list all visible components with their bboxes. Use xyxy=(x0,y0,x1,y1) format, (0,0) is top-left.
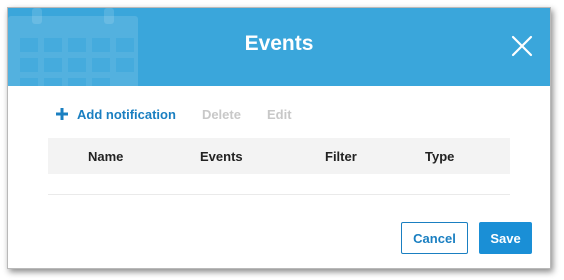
table-header: Name Events Filter Type xyxy=(48,138,510,174)
dialog-header: Events xyxy=(8,8,550,86)
column-header-events[interactable]: Events xyxy=(200,149,243,164)
add-notification-button[interactable]: Add notification xyxy=(56,107,176,122)
table-body xyxy=(48,174,510,195)
column-header-name[interactable]: Name xyxy=(88,149,123,164)
edit-button[interactable]: Edit xyxy=(267,107,292,122)
events-dialog: Events Add notification Delete Edit Name… xyxy=(7,7,551,269)
delete-button[interactable]: Delete xyxy=(202,107,241,122)
close-icon[interactable] xyxy=(510,34,534,58)
add-notification-label: Add notification xyxy=(77,106,176,122)
save-button[interactable]: Save xyxy=(479,222,532,254)
dialog-title: Events xyxy=(244,32,314,55)
cancel-button[interactable]: Cancel xyxy=(401,222,468,254)
column-header-filter[interactable]: Filter xyxy=(325,149,357,164)
plus-icon xyxy=(56,108,68,120)
notifications-table: Name Events Filter Type xyxy=(48,138,510,195)
column-header-type[interactable]: Type xyxy=(425,149,454,164)
toolbar: Add notification Delete Edit xyxy=(56,104,292,124)
